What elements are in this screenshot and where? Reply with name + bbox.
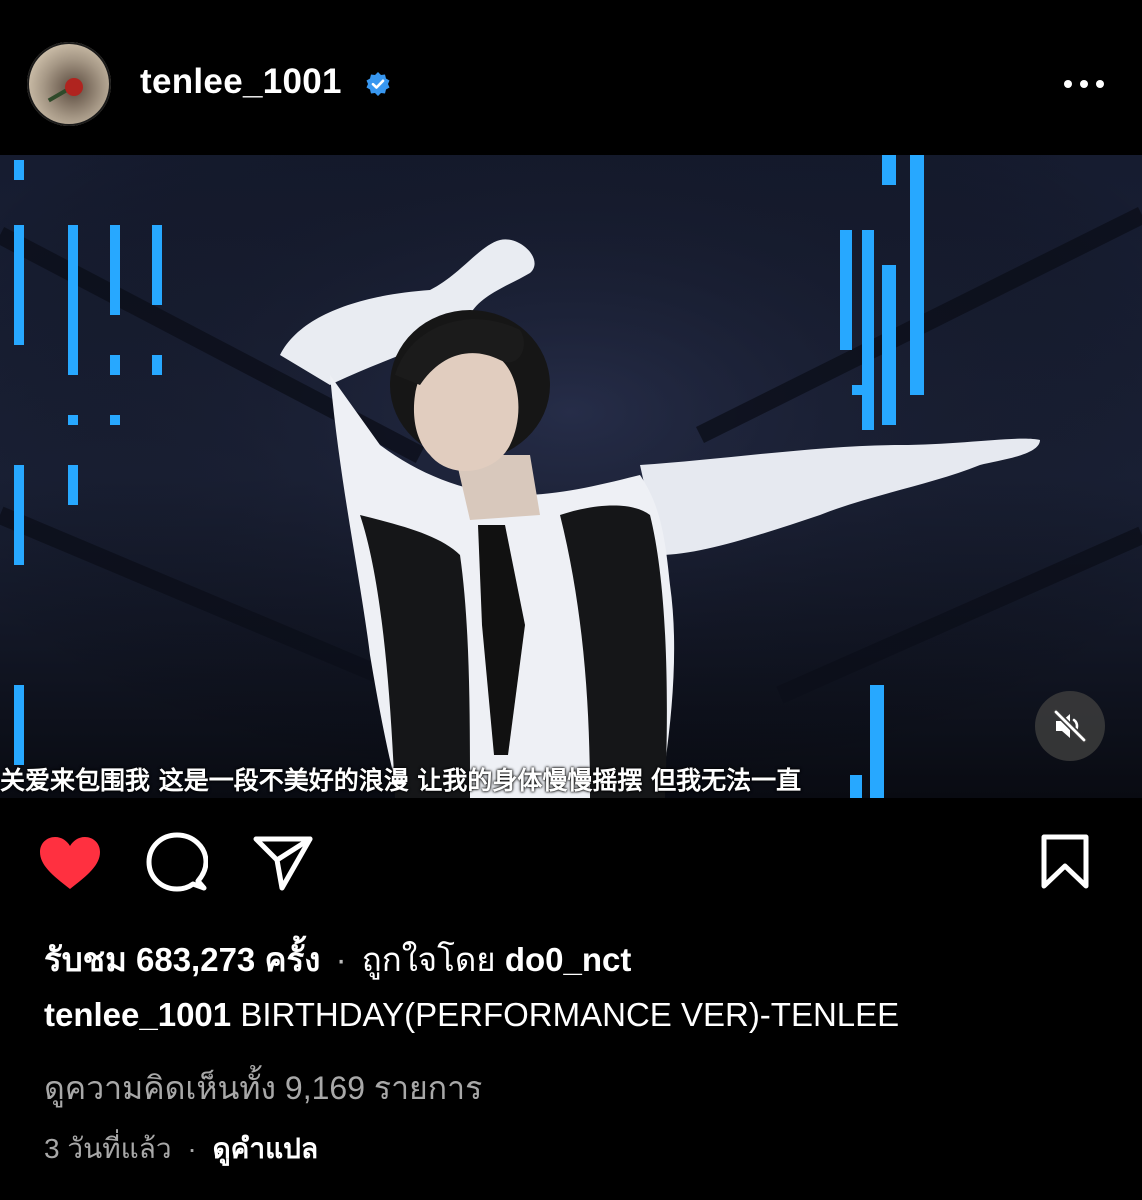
post-video[interactable]: 关爱来包围我 这是一段不美好的浪漫 让我的身体慢慢摇摆 但我无法一直 — [0, 155, 1142, 798]
avatar-rose — [65, 78, 83, 96]
liked-by-prefix: ถูกใจโดย — [361, 941, 496, 978]
time-ago: 3 วันที่แล้ว — [44, 1133, 172, 1164]
video-subtitle: 关爱来包围我 这是一段不美好的浪漫 让我的身体慢慢摇摆 但我无法一直 — [0, 766, 802, 795]
views-count[interactable]: 683,273 — [136, 941, 255, 978]
header-username[interactable]: tenlee_1001 — [140, 62, 342, 102]
mute-button[interactable] — [1035, 691, 1105, 761]
views-liked-line: รับชม 683,273 ครั้ง · ถูกใจโดย do0_nct — [44, 933, 631, 986]
video-frame — [0, 155, 1142, 798]
view-all-comments-link[interactable]: ดูความคิดเห็นทั้ง 9,169 รายการ — [44, 1063, 482, 1114]
bookmark-icon[interactable] — [1040, 834, 1090, 890]
views-suffix: ครั้ง — [264, 941, 321, 978]
profile-avatar[interactable] — [27, 42, 111, 126]
separator-dot: · — [335, 941, 347, 978]
post-header: tenlee_1001 — [0, 0, 1142, 155]
send-paper-plane-icon[interactable] — [252, 834, 314, 892]
post-actions — [0, 798, 1142, 918]
comment-bubble-icon[interactable] — [146, 832, 208, 894]
views-prefix: รับชม — [44, 941, 127, 978]
post-caption: tenlee_1001 BIRTHDAY(PERFORMANCE VER)-TE… — [44, 996, 899, 1034]
liked-by-username[interactable]: do0_nct — [505, 941, 632, 978]
more-horizontal-icon[interactable] — [1062, 70, 1106, 100]
caption-text: BIRTHDAY(PERFORMANCE VER)-TENLEE — [240, 996, 900, 1033]
speaker-muted-icon — [1053, 709, 1087, 743]
caption-username[interactable]: tenlee_1001 — [44, 996, 231, 1033]
heart-filled-icon[interactable] — [38, 835, 102, 891]
post-meta: 3 วันที่แล้ว · ดูคำแปล — [44, 1127, 318, 1171]
see-translation-link[interactable]: ดูคำแปล — [213, 1133, 319, 1164]
verified-badge-icon — [366, 72, 390, 96]
meta-separator-dot: · — [187, 1133, 197, 1164]
